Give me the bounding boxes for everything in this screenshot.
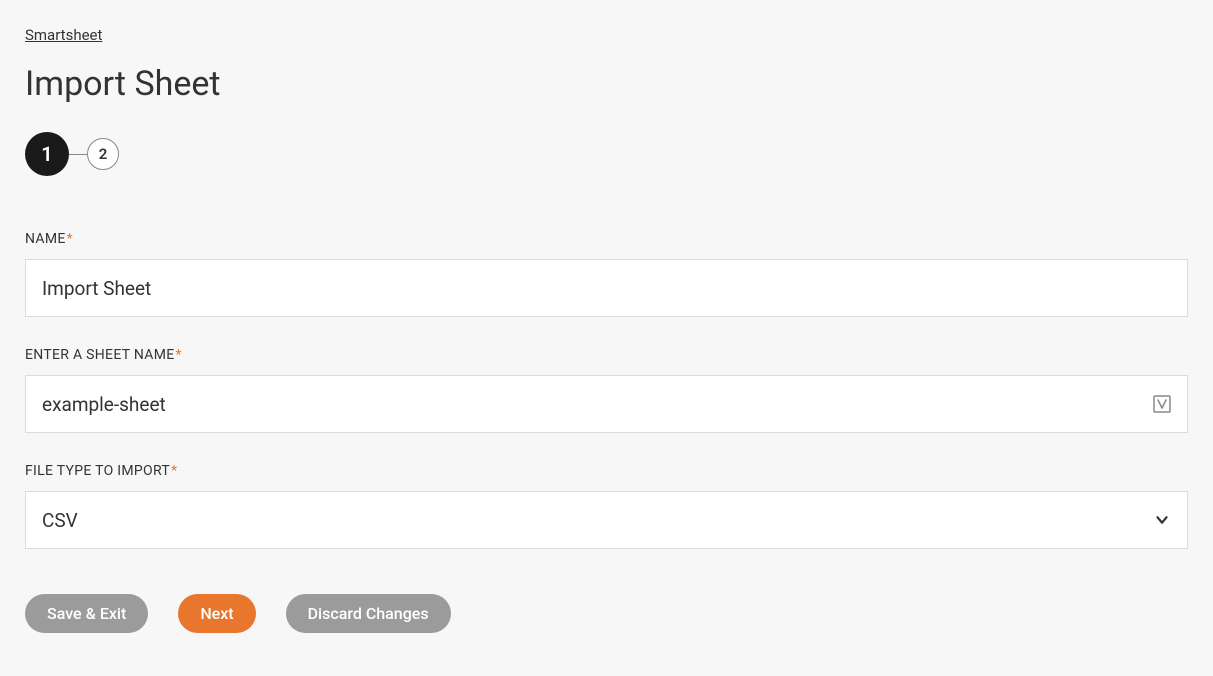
step-1: 1	[25, 132, 69, 176]
next-button[interactable]: Next	[178, 594, 255, 633]
variable-icon[interactable]	[1152, 394, 1172, 414]
form-group-sheet-name: ENTER A SHEET NAME*	[25, 347, 1188, 433]
name-label: NAME*	[25, 231, 1188, 247]
save-exit-button[interactable]: Save & Exit	[25, 594, 148, 633]
name-input[interactable]	[25, 259, 1188, 317]
discard-changes-button[interactable]: Discard Changes	[286, 594, 451, 633]
form-group-name: NAME*	[25, 231, 1188, 317]
sheet-name-input[interactable]	[25, 375, 1188, 433]
button-row: Save & Exit Next Discard Changes	[25, 594, 1188, 633]
step-connector	[69, 154, 87, 155]
form-group-file-type: FILE TYPE TO IMPORT* CSV	[25, 463, 1188, 549]
file-type-selected-value: CSV	[42, 509, 78, 532]
sheet-name-label-text: ENTER A SHEET NAME	[25, 347, 175, 363]
required-indicator: *	[67, 231, 73, 247]
breadcrumb-link-smartsheet[interactable]: Smartsheet	[25, 26, 102, 44]
name-label-text: NAME	[25, 231, 66, 247]
file-type-select[interactable]: CSV	[25, 491, 1188, 549]
step-2[interactable]: 2	[87, 138, 119, 170]
file-type-label: FILE TYPE TO IMPORT*	[25, 463, 1188, 479]
breadcrumb: Smartsheet	[25, 25, 1188, 44]
stepper: 1 2	[25, 132, 1188, 176]
sheet-name-input-wrapper	[25, 375, 1188, 433]
page-title: Import Sheet	[25, 64, 1188, 104]
chevron-down-icon	[1153, 511, 1171, 529]
required-indicator: *	[176, 347, 182, 363]
sheet-name-label: ENTER A SHEET NAME*	[25, 347, 1188, 363]
file-type-label-text: FILE TYPE TO IMPORT	[25, 463, 170, 479]
required-indicator: *	[171, 463, 177, 479]
